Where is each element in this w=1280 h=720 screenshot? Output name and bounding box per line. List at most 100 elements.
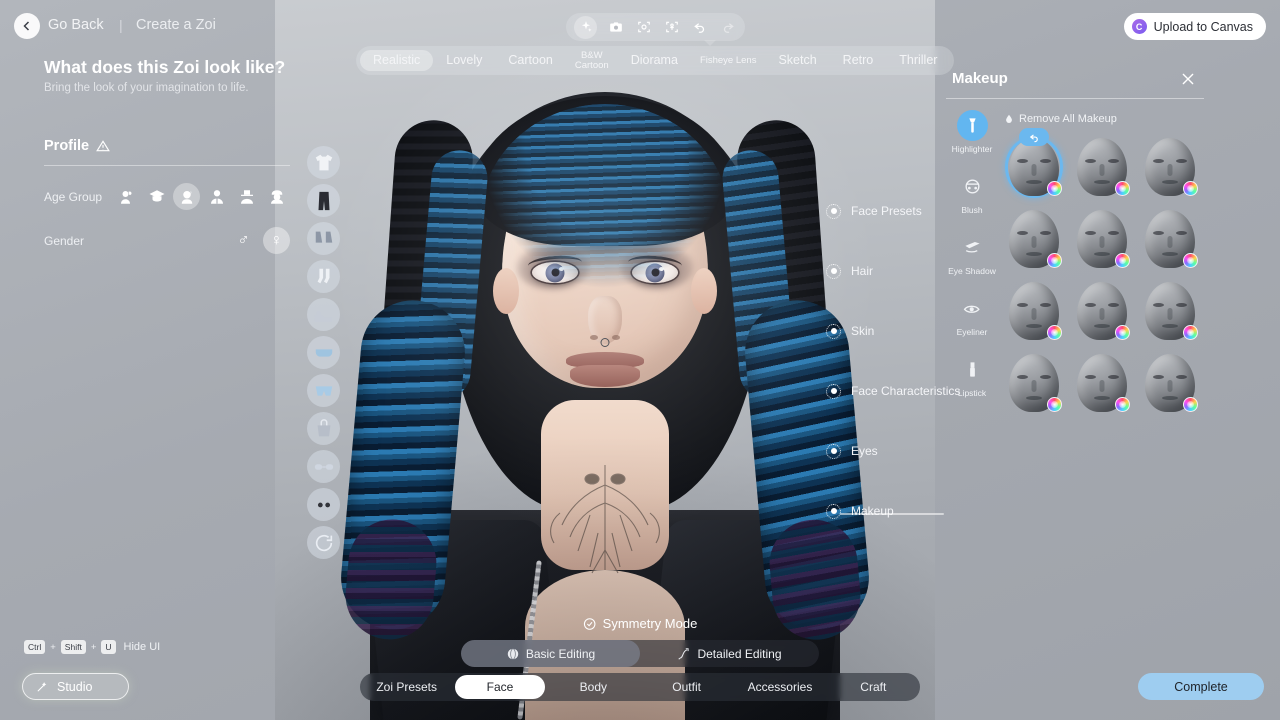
body-framing-icon[interactable] (662, 18, 681, 37)
makeup-thumbnail-preset-05[interactable] (1136, 204, 1204, 274)
makeup-panel-close-button[interactable] (1178, 69, 1198, 89)
feature-item-makeup[interactable]: Makeup (826, 498, 944, 524)
age-option-child[interactable] (143, 183, 170, 210)
color-wheel-icon[interactable] (1183, 325, 1198, 340)
color-wheel-icon[interactable] (1047, 325, 1062, 340)
go-back-label[interactable]: Go Back (48, 17, 104, 33)
color-wheel-icon[interactable] (1183, 397, 1198, 412)
wardrobe-item-top-shirt[interactable] (307, 146, 340, 179)
wardrobe-item-socks[interactable] (307, 260, 340, 293)
bottom-nav-craft[interactable]: Craft (829, 675, 918, 699)
wardrobe-item-pants[interactable] (307, 184, 340, 217)
feature-bullet-icon (826, 383, 841, 399)
makeup-thumbnail-preset-10[interactable] (1068, 348, 1136, 418)
style-tab-cartoon[interactable]: Cartoon (495, 50, 565, 71)
wardrobe-item-bag[interactable] (307, 412, 340, 445)
studio-label: Studio (57, 679, 93, 694)
feature-label: Hair (851, 264, 874, 278)
makeup-thumbnail-preset-03[interactable] (1000, 204, 1068, 274)
wardrobe-item-reset[interactable] (307, 526, 340, 559)
wardrobe-item-glasses[interactable] (307, 450, 340, 483)
style-tab-diorama[interactable]: Diorama (618, 50, 691, 71)
color-wheel-icon[interactable] (1047, 181, 1062, 196)
bra-icon (315, 348, 332, 357)
age-option-elder[interactable] (263, 183, 290, 210)
feature-item-face-presets[interactable]: Face Presets (826, 198, 944, 224)
undo-badge-icon[interactable] (1019, 128, 1049, 146)
breadcrumb-create-a-zoi[interactable]: Create a Zoi (136, 17, 216, 33)
style-tab-retro[interactable]: Retro (830, 50, 887, 71)
makeup-thumbnail-preset-01[interactable] (1068, 132, 1136, 202)
makeup-thumbnail-preset-08[interactable] (1136, 276, 1204, 346)
face-framing-icon[interactable] (634, 18, 653, 37)
undo-icon[interactable] (690, 18, 709, 37)
complete-button[interactable]: Complete (1138, 673, 1264, 700)
makeup-category-eyeliner[interactable]: Eyeliner (946, 293, 998, 337)
wardrobe-item-earrings[interactable] (307, 488, 340, 521)
color-wheel-icon[interactable] (1183, 253, 1198, 268)
header-divider: | (119, 17, 123, 33)
makeup-category-lipstick[interactable]: Lipstick (946, 354, 998, 398)
wardrobe-item-underwear[interactable] (307, 374, 340, 407)
basic-editing-label: Basic Editing (525, 646, 596, 661)
gender-option-male[interactable]: ♂ (230, 227, 257, 254)
key-shift: Shift (60, 640, 86, 654)
detailed-editing-tab[interactable]: Detailed Editing (640, 640, 819, 667)
bottom-nav-accessories[interactable]: Accessories (735, 675, 824, 699)
color-wheel-icon[interactable] (1047, 397, 1062, 412)
bottom-nav-body[interactable]: Body (549, 675, 638, 699)
studio-button[interactable]: Studio (22, 673, 129, 700)
magic-wand-icon (37, 682, 47, 692)
style-tab-thriller[interactable]: Thriller (886, 50, 950, 71)
style-tab-fisheye-lens[interactable]: Fisheye Lens (691, 54, 766, 68)
makeup-thumbnail-preset-07[interactable] (1068, 276, 1136, 346)
color-wheel-icon[interactable] (1115, 397, 1130, 412)
makeup-category-eye-shadow[interactable]: Eye Shadow (946, 232, 998, 276)
gender-options: ♂ ♀ (230, 227, 290, 254)
makeup-category-highlighter[interactable]: Highlighter (946, 110, 998, 154)
style-tab-realistic[interactable]: Realistic (360, 49, 434, 72)
wardrobe-item-sneakers[interactable] (307, 298, 340, 331)
ai-sparkle-icon[interactable] (574, 15, 597, 39)
wardrobe-item-shoes[interactable] (307, 222, 340, 255)
back-button[interactable] (14, 13, 40, 39)
gender-option-female[interactable]: ♀ (263, 227, 290, 254)
age-option-infant[interactable] (113, 183, 140, 210)
remove-all-makeup-button[interactable]: Remove All Makeup (1004, 113, 1117, 125)
symmetry-mode-toggle[interactable]: Symmetry Mode (583, 616, 697, 631)
basic-editing-tab[interactable]: Basic Editing (461, 640, 640, 667)
makeup-thumbnail-none[interactable] (1000, 128, 1068, 202)
upload-to-canvas-button[interactable]: C Upload to Canvas (1123, 13, 1266, 40)
wardrobe-item-bra[interactable] (307, 336, 340, 369)
style-tab-lovely[interactable]: Lovely (433, 50, 495, 71)
feature-item-face-characteristics[interactable]: Face Characteristics (826, 378, 960, 404)
makeup-thumbnail-preset-04[interactable] (1068, 204, 1136, 274)
style-tab-bw-cartoon[interactable]: B&W Cartoon (566, 49, 618, 73)
age-option-middle-aged[interactable] (233, 183, 260, 210)
makeup-thumbnail-preset-09[interactable] (1000, 348, 1068, 418)
color-wheel-icon[interactable] (1115, 253, 1130, 268)
nose-ring (600, 338, 610, 347)
feature-item-hair[interactable]: Hair (826, 258, 944, 284)
page-title: What does this Zoi look like? (44, 57, 286, 77)
age-option-teen[interactable] (173, 183, 200, 210)
makeup-thumbnail-preset-02[interactable] (1136, 132, 1204, 202)
bottom-nav-outfit[interactable]: Outfit (642, 675, 731, 699)
redo-icon[interactable] (718, 18, 737, 37)
feature-item-skin[interactable]: Skin (826, 318, 944, 344)
age-group-row: Age Group (44, 183, 290, 210)
feature-menu-scrollbar[interactable] (840, 513, 944, 515)
color-wheel-icon[interactable] (1115, 325, 1130, 340)
bottom-nav-zoi-presets[interactable]: Zoi Presets (362, 675, 451, 699)
age-option-adult[interactable] (203, 183, 230, 210)
feature-item-eyes[interactable]: Eyes (826, 438, 944, 464)
makeup-thumbnail-preset-11[interactable] (1136, 348, 1204, 418)
color-wheel-icon[interactable] (1183, 181, 1198, 196)
makeup-category-blush[interactable]: Blush (946, 171, 998, 215)
makeup-thumbnail-preset-06[interactable] (1000, 276, 1068, 346)
color-wheel-icon[interactable] (1047, 253, 1062, 268)
camera-icon[interactable] (606, 18, 625, 37)
color-wheel-icon[interactable] (1115, 181, 1130, 196)
bottom-nav-face[interactable]: Face (455, 675, 545, 699)
style-tab-sketch[interactable]: Sketch (765, 50, 829, 71)
